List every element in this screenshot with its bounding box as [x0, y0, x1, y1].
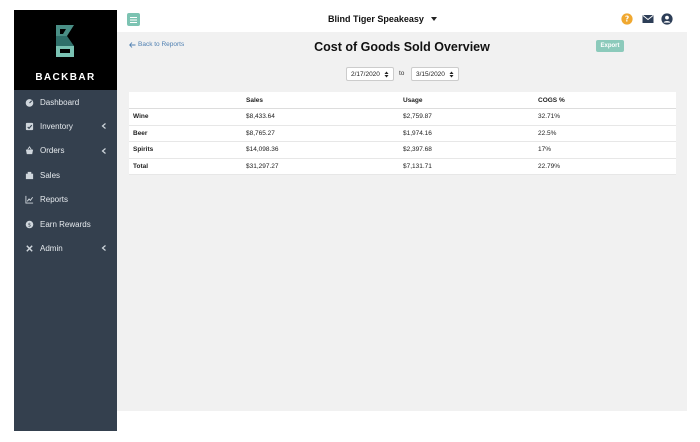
- export-button[interactable]: Export: [596, 40, 624, 52]
- row-label: Beer: [129, 125, 242, 142]
- table-row: Total $31,297.27 $7,131.71 22.79%: [129, 158, 676, 175]
- chevron-left-icon: [101, 245, 106, 252]
- venue-selector[interactable]: Blind Tiger Speakeasy: [328, 14, 437, 24]
- caret-down-icon: [430, 17, 437, 21]
- sidebar-item-label: Orders: [40, 146, 65, 156]
- user-icon[interactable]: [661, 13, 673, 25]
- table-cell: 22.79%: [534, 158, 676, 175]
- brand-header[interactable]: BACKBAR: [14, 10, 117, 90]
- sidebar-item-label: Inventory: [40, 122, 73, 132]
- sidebar-item-earn-rewards[interactable]: $ Earn Rewards: [14, 212, 117, 236]
- sidebar-nav: Dashboard Inventory Orders Sales Reports…: [14, 90, 117, 261]
- sidebar-item-inventory[interactable]: Inventory: [14, 114, 117, 138]
- table-row: Wine $8,433.64 $2,759.87 32.71%: [129, 108, 676, 126]
- column-header-sales: Sales: [242, 92, 399, 109]
- column-header: [129, 92, 242, 109]
- sidebar-item-label: Sales: [40, 170, 61, 180]
- table-cell: $14,098.36: [242, 141, 399, 159]
- dashboard-icon: [25, 98, 34, 107]
- svg-text:?: ?: [625, 15, 629, 24]
- brand-name: BACKBAR: [35, 72, 96, 83]
- chevron-left-icon: [101, 147, 106, 154]
- sort-arrows-icon: [384, 71, 389, 78]
- rewards-icon: $: [25, 220, 34, 229]
- table-cell: $7,131.71: [399, 158, 534, 175]
- table-header-row: Sales Usage COGS %: [129, 92, 676, 109]
- column-header-usage: Usage: [399, 92, 534, 109]
- sidebar-item-label: Reports: [40, 195, 69, 205]
- chart-icon: [25, 195, 34, 204]
- top-bar: Blind Tiger Speakeasy ?: [117, 10, 687, 32]
- hamburger-icon: [130, 16, 137, 23]
- row-label: Spirits: [129, 141, 242, 159]
- backbar-logo-icon: [56, 25, 74, 57]
- column-header-cogs: COGS %: [534, 92, 676, 109]
- table-cell: 17%: [534, 141, 676, 159]
- sidebar-item-orders[interactable]: Orders: [14, 139, 117, 163]
- tools-icon: [25, 244, 34, 253]
- table-cell: $1,974.16: [399, 125, 534, 142]
- sidebar: BACKBAR Dashboard Inventory Orders Sales…: [14, 10, 117, 431]
- sidebar-item-dashboard[interactable]: Dashboard: [14, 90, 117, 114]
- mail-icon[interactable]: [642, 13, 654, 25]
- row-label: Total: [129, 158, 242, 175]
- table-cell: 22.5%: [534, 125, 676, 142]
- date-from-value: 2/17/2020: [351, 70, 380, 78]
- table-cell: $8,433.64: [242, 108, 399, 126]
- inventory-icon: [25, 122, 34, 131]
- table-cell: $2,397.68: [399, 141, 534, 159]
- sort-arrows-icon: [449, 71, 454, 78]
- date-separator: to: [399, 70, 405, 77]
- table-cell: 32.71%: [534, 108, 676, 126]
- help-icon[interactable]: ?: [621, 13, 633, 25]
- table-cell: $31,297.27: [242, 158, 399, 175]
- sidebar-item-sales[interactable]: Sales: [14, 163, 117, 187]
- basket-icon: [25, 146, 34, 155]
- svg-text:$: $: [28, 222, 31, 228]
- table-cell: $2,759.87: [399, 108, 534, 126]
- table-row: Spirits $14,098.36 $2,397.68 17%: [129, 141, 676, 159]
- app-window: BACKBAR Dashboard Inventory Orders Sales…: [0, 0, 700, 442]
- row-label: Wine: [129, 108, 242, 126]
- date-to-select[interactable]: 3/15/2020: [411, 67, 459, 81]
- sidebar-item-label: Admin: [40, 244, 63, 254]
- menu-toggle-button[interactable]: [127, 13, 140, 26]
- chevron-left-icon: [101, 123, 106, 130]
- sidebar-item-reports[interactable]: Reports: [14, 188, 117, 212]
- sidebar-item-label: Earn Rewards: [40, 219, 91, 229]
- sidebar-item-label: Dashboard: [40, 97, 80, 107]
- date-from-select[interactable]: 2/17/2020: [346, 67, 394, 81]
- venue-name: Blind Tiger Speakeasy: [328, 14, 424, 24]
- main-content: Back to Reports Cost of Goods Sold Overv…: [117, 32, 687, 411]
- date-range: 2/17/2020 to 3/15/2020: [117, 67, 687, 81]
- sales-icon: [25, 171, 34, 180]
- table-cell: $8,765.27: [242, 125, 399, 142]
- table-row: Beer $8,765.27 $1,974.16 22.5%: [129, 125, 676, 142]
- date-to-value: 3/15/2020: [416, 70, 445, 78]
- sidebar-item-admin[interactable]: Admin: [14, 236, 117, 260]
- cogs-table: Sales Usage COGS % Wine $8,433.64 $2,759…: [129, 92, 676, 175]
